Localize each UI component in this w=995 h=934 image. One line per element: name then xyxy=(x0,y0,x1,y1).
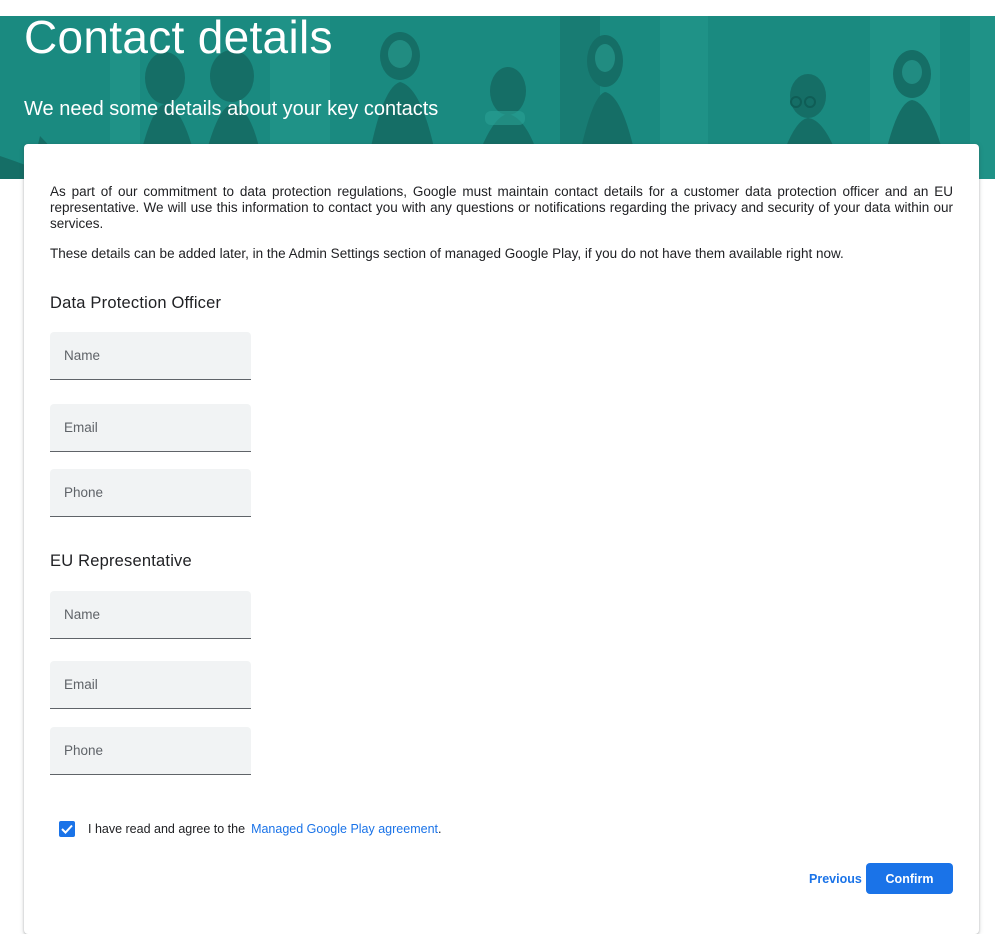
previous-button[interactable]: Previous xyxy=(802,863,869,894)
dpo-name-input[interactable] xyxy=(50,332,251,379)
eu-rep-section-title: EU Representative xyxy=(50,552,192,570)
intro-paragraph: As part of our commitment to data protec… xyxy=(50,184,953,231)
agreement-text: I have read and agree to the xyxy=(88,822,246,836)
agreement-suffix: . xyxy=(438,822,442,836)
agreement-link[interactable]: Managed Google Play agreement xyxy=(251,822,438,836)
page-title: Contact details xyxy=(24,16,333,63)
eu-rep-phone-field[interactable] xyxy=(50,727,251,775)
eu-rep-email-input[interactable] xyxy=(50,661,251,708)
dpo-phone-input[interactable] xyxy=(50,469,251,516)
dpo-email-input[interactable] xyxy=(50,404,251,451)
dpo-section-title: Data Protection Officer xyxy=(50,294,222,312)
dpo-email-field[interactable] xyxy=(50,404,251,452)
checkmark-icon xyxy=(61,824,73,834)
agreement-checkbox[interactable] xyxy=(59,821,75,837)
eu-rep-name-field[interactable] xyxy=(50,591,251,639)
agreement-row: I have read and agree to the Managed Goo… xyxy=(50,818,441,840)
contact-details-card: As part of our commitment to data protec… xyxy=(24,144,979,934)
eu-rep-phone-input[interactable] xyxy=(50,727,251,774)
intro-note: These details can be added later, in the… xyxy=(50,246,844,261)
page-subtitle: We need some details about your key cont… xyxy=(24,98,439,120)
dpo-name-field[interactable] xyxy=(50,332,251,380)
eu-rep-name-input[interactable] xyxy=(50,591,251,638)
top-bar xyxy=(0,0,995,16)
dpo-phone-field[interactable] xyxy=(50,469,251,517)
eu-rep-email-field[interactable] xyxy=(50,661,251,709)
confirm-button[interactable]: Confirm xyxy=(866,863,953,894)
